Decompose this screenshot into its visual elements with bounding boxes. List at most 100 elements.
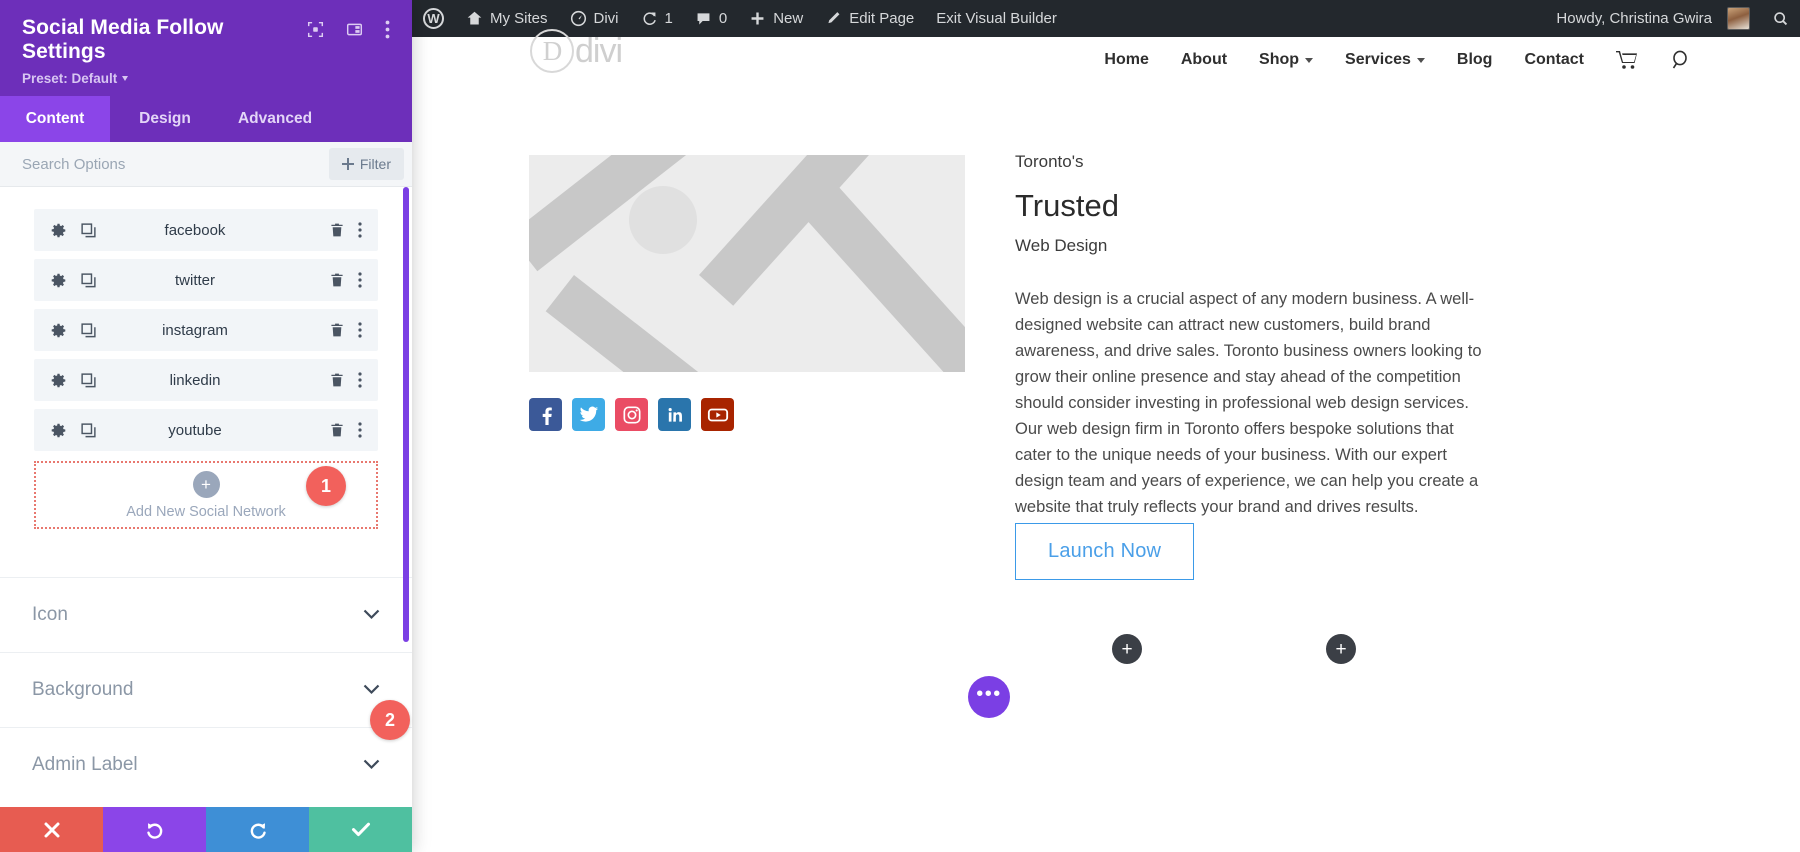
trash-icon[interactable] — [329, 222, 345, 238]
adminbar-account[interactable]: Howdy, Christina Gwira — [1545, 0, 1761, 37]
site-search-button[interactable] — [1654, 49, 1708, 71]
updates-icon — [643, 12, 656, 25]
twitter-icon[interactable] — [572, 398, 605, 431]
adminbar-comments[interactable]: 0 — [684, 0, 738, 37]
section-label: Admin Label — [32, 754, 138, 775]
more-vertical-icon[interactable] — [358, 372, 362, 388]
nav-item-contact[interactable]: Contact — [1508, 51, 1600, 69]
section-icon[interactable]: Icon — [0, 577, 412, 652]
plus-icon — [751, 12, 764, 25]
chevron-down-icon — [1416, 58, 1425, 63]
section-admin-label[interactable]: Admin Label — [0, 727, 412, 802]
add-new-label: Add New Social Network — [126, 503, 286, 520]
cancel-button[interactable] — [0, 807, 103, 852]
table-row[interactable]: youtube — [34, 409, 378, 451]
trash-icon[interactable] — [329, 272, 345, 288]
panel-tabs: Content Design Advanced — [0, 96, 412, 142]
adminbar-wordpress-logo[interactable]: W — [412, 0, 455, 37]
step-badge-1: 1 — [306, 466, 346, 506]
nav-label: Contact — [1524, 50, 1584, 68]
more-vertical-icon[interactable] — [385, 20, 390, 44]
social-media-follow-module[interactable] — [529, 398, 734, 431]
section-label: Icon — [32, 604, 68, 625]
add-module-button-left[interactable]: + — [1112, 634, 1142, 664]
divi-logo-mark: D — [530, 29, 574, 73]
search-input[interactable] — [0, 155, 329, 173]
module-settings-panel: Social Media Follow Settings Preset: Def… — [0, 0, 412, 852]
search-bar: Filter — [0, 142, 412, 187]
linkedin-icon[interactable] — [658, 398, 691, 431]
tab-design[interactable]: Design — [110, 96, 220, 142]
layout-columns-icon[interactable] — [346, 21, 363, 43]
table-row[interactable]: instagram — [34, 309, 378, 351]
undo-button[interactable] — [103, 807, 206, 852]
adminbar-edit-page[interactable]: Edit Page — [814, 0, 925, 37]
table-row[interactable]: linkedin — [34, 359, 378, 401]
nav-label: About — [1180, 50, 1228, 68]
redo-button[interactable] — [206, 807, 309, 852]
close-icon — [44, 822, 59, 837]
responsive-preview-icon[interactable] — [307, 21, 324, 43]
placeholder-circle — [629, 186, 697, 254]
launch-now-button[interactable]: Launch Now — [1015, 523, 1195, 580]
adminbar-exit-visual-builder[interactable]: Exit Visual Builder — [925, 0, 1068, 37]
chevron-down-icon — [363, 679, 380, 701]
nav-item-blog[interactable]: Blog — [1441, 51, 1509, 69]
panel-footer — [0, 807, 412, 852]
adminbar-updates-count: 1 — [664, 10, 673, 27]
search-icon — [1672, 50, 1687, 68]
more-vertical-icon[interactable] — [358, 222, 362, 238]
network-name: instagram — [162, 321, 228, 339]
plus-icon: + — [1335, 638, 1347, 660]
adminbar-search-button[interactable] — [1761, 0, 1800, 37]
panel-body: facebook twitter instagram linkedin yout… — [0, 187, 412, 807]
add-module-button-right[interactable]: + — [1326, 634, 1356, 664]
tab-advanced[interactable]: Advanced — [220, 96, 330, 142]
network-name: youtube — [168, 421, 222, 439]
trash-icon[interactable] — [329, 422, 345, 438]
hero-image-placeholder[interactable] — [529, 155, 965, 372]
panel-scrollbar[interactable] — [403, 187, 409, 642]
plus-icon — [341, 158, 354, 170]
nav-item-home[interactable]: Home — [1088, 51, 1164, 69]
cart-button[interactable] — [1600, 50, 1654, 70]
section-background[interactable]: Background — [0, 652, 412, 727]
youtube-icon[interactable] — [701, 398, 734, 431]
adminbar-updates[interactable]: 1 — [630, 0, 684, 37]
adminbar-divi-label: Divi — [593, 10, 619, 27]
preset-selector[interactable]: Preset: Default — [22, 71, 390, 86]
network-name: twitter — [174, 271, 215, 289]
placeholder-mountain-right-b — [784, 165, 965, 372]
comments-icon — [697, 13, 710, 25]
trash-icon[interactable] — [329, 372, 345, 388]
nav-item-about[interactable]: About — [1165, 51, 1243, 69]
trash-icon[interactable] — [329, 322, 345, 338]
table-row[interactable]: facebook — [34, 209, 378, 251]
more-vertical-icon[interactable] — [358, 422, 362, 438]
step-badge-2: 2 — [370, 700, 410, 740]
filter-label: Filter — [359, 156, 391, 172]
filter-button[interactable]: Filter — [328, 148, 404, 180]
hero-title: Trusted — [1015, 188, 1119, 223]
instagram-icon[interactable] — [615, 398, 648, 431]
save-button[interactable] — [309, 807, 412, 852]
facebook-icon[interactable] — [529, 398, 562, 431]
ellipsis-icon: ••• — [976, 682, 1002, 705]
nav-label: Home — [1104, 50, 1149, 68]
nav-item-shop[interactable]: Shop — [1243, 51, 1329, 69]
adminbar-right-group: Howdy, Christina Gwira — [1545, 0, 1800, 37]
more-vertical-icon[interactable] — [358, 272, 362, 288]
plus-icon: + — [192, 470, 220, 498]
tab-content[interactable]: Content — [0, 96, 110, 142]
adminbar-new[interactable]: New — [738, 0, 814, 37]
site-header: D divi Home About Shop Services Blog Con… — [410, 29, 1800, 82]
my-sites-icon — [467, 11, 482, 25]
table-row[interactable]: twitter — [34, 259, 378, 301]
shopping-cart-icon — [1616, 50, 1637, 69]
divi-logo-text: divi — [575, 31, 623, 70]
hero-text-block: Toronto's Trusted Web Design Web design … — [1015, 152, 1485, 520]
nav-item-services[interactable]: Services — [1329, 51, 1441, 69]
more-vertical-icon[interactable] — [358, 322, 362, 338]
builder-more-options-button[interactable]: ••• — [968, 676, 1010, 718]
site-logo[interactable]: D divi — [530, 29, 623, 73]
